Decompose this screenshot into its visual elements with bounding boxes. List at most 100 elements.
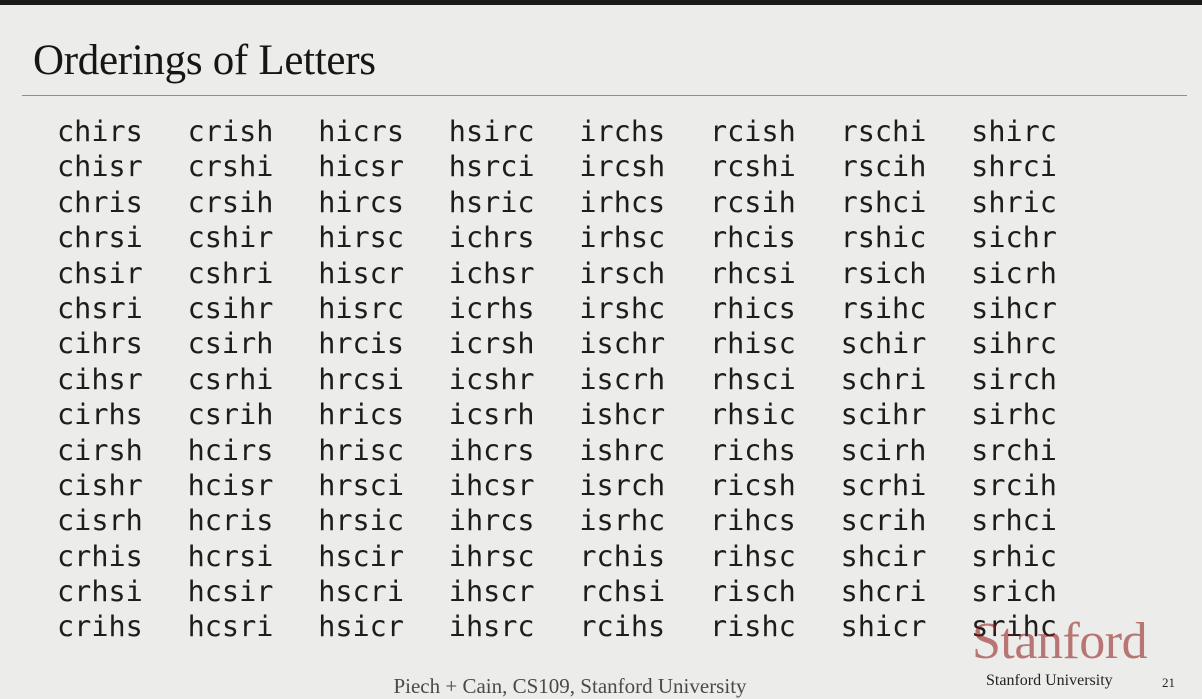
permutation-cell: srich (971, 575, 1057, 609)
permutation-cell: chris (57, 185, 143, 219)
permutation-cell: rishc (709, 610, 796, 644)
permutation-cell: ishcr (579, 398, 666, 432)
permutation-cell: csihr (187, 291, 274, 325)
permutation-cell: rhics (709, 291, 796, 325)
permutation-cell: crihs (57, 610, 143, 644)
permutation-cell: ihsrc (448, 610, 535, 644)
permutation-cell: srchi (971, 433, 1057, 467)
permutation-cell: hcris (187, 504, 274, 538)
permutation-cell: schir (840, 327, 927, 361)
slide-title: Orderings of Letters (33, 37, 376, 84)
top-border-bar (0, 0, 1202, 5)
permutation-cell: scirh (840, 433, 927, 467)
permutation-cell: hsicr (318, 610, 404, 644)
permutation-cell: shrci (971, 150, 1057, 184)
permutation-cell: chrsi (57, 221, 143, 255)
permutation-cell: schri (840, 362, 927, 396)
permutation-cell: rcish (709, 115, 796, 148)
permutation-cell: hrisc (318, 433, 404, 467)
permutation-cell: hsirc (448, 115, 535, 148)
permutation-cell: srhci (971, 504, 1057, 538)
permutation-cell: hcisr (187, 468, 274, 502)
permutation-cell: ihscr (448, 575, 535, 609)
permutation-cell: hrics (318, 398, 404, 432)
permutation-cell: rihsc (709, 539, 796, 573)
permutation-cell: cshir (187, 221, 274, 255)
permutation-cell: hcsri (187, 610, 274, 644)
permutation-cell: isrch (579, 468, 666, 502)
permutation-cell: hcirs (187, 433, 274, 467)
permutation-cell: hisrc (318, 291, 404, 325)
permutation-cell: rsihc (840, 291, 927, 325)
permutation-cell: iscrh (579, 362, 666, 396)
permutation-cell: ishrc (579, 433, 666, 467)
permutation-cell: rscih (840, 150, 927, 184)
permutation-cell: hcrsi (187, 539, 274, 573)
permutation-cell: srhic (971, 539, 1057, 573)
permutation-cell: rhsci (709, 362, 796, 396)
permutation-cell: rschi (840, 115, 927, 148)
permutation-cell: hircs (318, 185, 404, 219)
permutation-cell: scrih (840, 504, 927, 538)
permutation-cell: ircsh (579, 150, 666, 184)
permutation-cell: sirch (971, 362, 1057, 396)
permutation-cell: shric (971, 185, 1057, 219)
permutation-cell: rhsic (709, 398, 796, 432)
permutation-cell: cshri (187, 256, 274, 290)
permutation-cell: sihcr (971, 291, 1057, 325)
permutation-cell: hscir (318, 539, 404, 573)
permutation-cell: crhsi (57, 575, 143, 609)
permutation-cell: ihcrs (448, 433, 535, 467)
permutation-cell: cishr (57, 468, 143, 502)
permutation-cell: cihsr (57, 362, 143, 396)
permutation-cell: irsch (579, 256, 666, 290)
permutation-cell: rhcsi (709, 256, 796, 290)
permutation-cell: hrsic (318, 504, 404, 538)
permutation-cell: ihcsr (448, 468, 535, 502)
permutation-cell: sicrh (971, 256, 1057, 290)
permutation-cell: hrsci (318, 468, 404, 502)
permutation-cell: sihrc (971, 327, 1057, 361)
permutation-cell: shcir (840, 539, 927, 573)
permutation-cell: rcihs (579, 610, 666, 644)
permutation-cell: crsih (187, 185, 274, 219)
permutation-cell: chisr (57, 150, 143, 184)
permutation-cell: hicrs (318, 115, 404, 148)
permutation-grid: chirs crish hicrs hsirc irchs rcish rschi shirc… (57, 114, 1102, 645)
permutation-cell: hscri (318, 575, 404, 609)
permutation-cell: chirs (57, 115, 143, 148)
permutation-cell: shicr (840, 610, 927, 644)
permutation-cell: icshr (448, 362, 535, 396)
permutation-cell: irchs (579, 115, 666, 148)
permutation-cell: ischr (579, 327, 666, 361)
permutation-cell: hiscr (318, 256, 404, 290)
permutation-cell: shcri (840, 575, 927, 609)
permutation-cell: csirh (187, 327, 274, 361)
permutation-cell: rhcis (709, 221, 796, 255)
stanford-logo-wordmark: Stanford (972, 613, 1148, 670)
permutation-cell: crshi (187, 150, 274, 184)
permutation-cell: csrih (187, 398, 274, 432)
slide-number: 21 (1162, 675, 1175, 690)
permutation-cell: rihcs (709, 504, 796, 538)
permutation-cell: irhsc (579, 221, 666, 255)
permutation-cell: rcsih (709, 185, 796, 219)
permutation-cell: icsrh (448, 398, 535, 432)
permutation-cell: hicsr (318, 150, 404, 184)
permutation-cell: cihrs (57, 327, 143, 361)
permutation-cell: rchsi (579, 575, 666, 609)
permutation-cell: richs (709, 433, 796, 467)
permutation-cell: isrhc (579, 504, 666, 538)
permutation-cell: rsich (840, 256, 927, 290)
permutation-cell: rchis (579, 539, 666, 573)
permutation-cell: rcshi (709, 150, 796, 184)
permutation-cell: irshc (579, 291, 666, 325)
permutation-cell: cirsh (57, 433, 143, 467)
permutation-cell: shirc (971, 115, 1057, 148)
permutation-cell: csrhi (187, 362, 274, 396)
title-divider (22, 95, 1187, 96)
permutation-cell: hrcis (318, 327, 404, 361)
permutation-cell: chsri (57, 291, 143, 325)
footer-credit: Piech + Cain, CS109, Stanford University (393, 674, 747, 698)
permutation-cell: ichsr (448, 256, 535, 290)
